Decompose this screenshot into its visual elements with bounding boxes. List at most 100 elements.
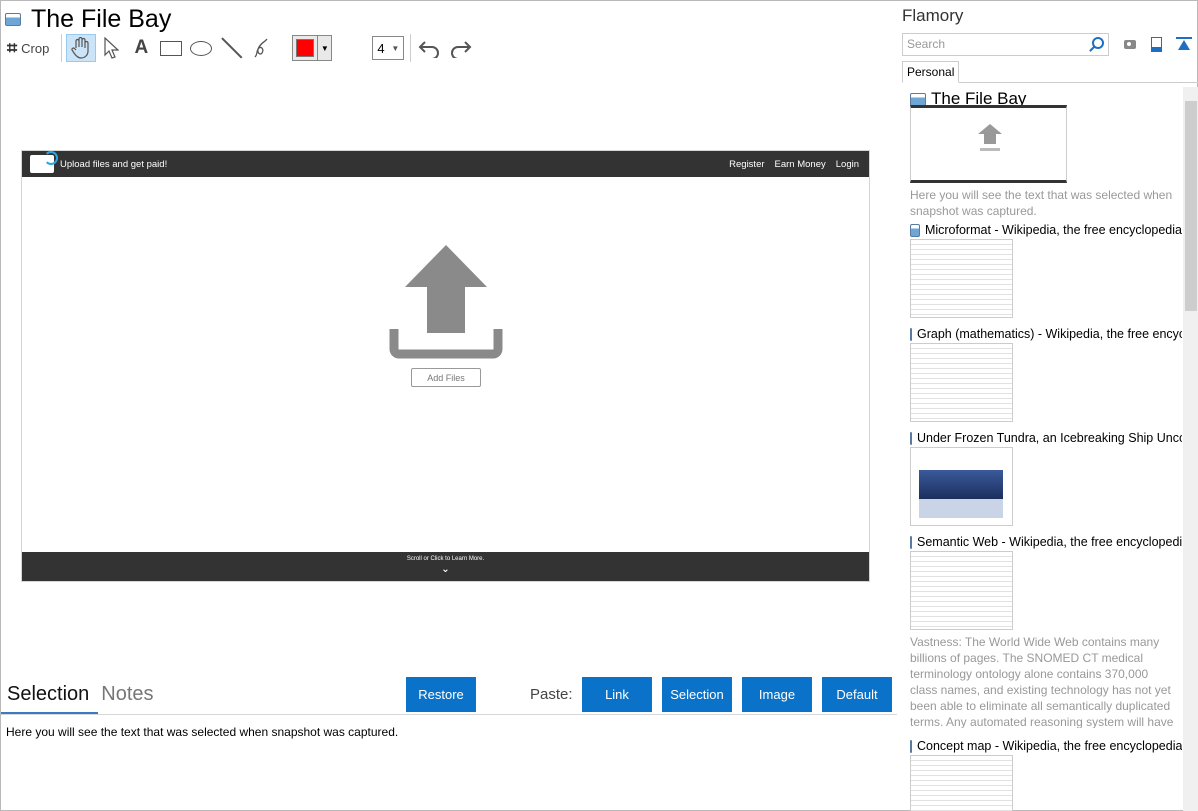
flamory-window: The File Bay ⌗ Crop A ▼ 4 ▼ Upload files… xyxy=(0,0,1198,811)
selection-text[interactable]: Here you will see the text that was sele… xyxy=(6,725,398,739)
freehand-tool-button[interactable] xyxy=(246,34,276,62)
list-item-header: Microformat - Wikipedia, the free encycl… xyxy=(910,223,1182,237)
undo-icon xyxy=(418,41,440,58)
rectangle-tool-button[interactable] xyxy=(156,34,186,62)
annotation-toolbar: ⌗ Crop A ▼ 4 ▼ xyxy=(5,33,475,63)
sidebar-tabbar: Personal xyxy=(902,61,1198,83)
add-files-button: Add Files xyxy=(411,368,481,387)
page-icon xyxy=(910,535,912,549)
crop-label: Crop xyxy=(21,40,50,56)
list-item-thumbnail xyxy=(910,105,1067,183)
snapshot-footer-text: Scroll or Click to Learn More. xyxy=(406,556,485,562)
list-item-thumbnail xyxy=(910,239,1013,318)
divider xyxy=(1,714,897,715)
page-icon xyxy=(5,12,21,26)
line-tool-button[interactable] xyxy=(216,34,246,62)
list-item[interactable]: Semantic Web - Wikipedia, the free encyc… xyxy=(910,535,1182,728)
list-item-header: Under Frozen Tundra, an Icebreaking Ship… xyxy=(910,431,1182,445)
upload-arrow-icon xyxy=(978,124,1002,151)
list-item-thumbnail xyxy=(910,755,1013,811)
snapshot-nav-earn-money: Earn Money xyxy=(774,158,826,170)
list-item[interactable]: Microformat - Wikipedia, the free encycl… xyxy=(910,223,1182,318)
line-style-icon[interactable] xyxy=(346,34,368,62)
ship-photo xyxy=(919,470,1003,518)
snapshot-pane: The File Bay ⌗ Crop A ▼ 4 ▼ Upload files… xyxy=(1,1,897,811)
paste-default-button[interactable]: Default xyxy=(822,677,892,712)
color-swatch xyxy=(296,39,315,57)
stroke-width-select[interactable]: 4 ▼ xyxy=(372,36,405,60)
list-item-title: Graph (mathematics) - Wikipedia, the fre… xyxy=(917,327,1182,341)
undo-button[interactable] xyxy=(415,34,445,62)
page-icon xyxy=(910,223,920,237)
search-placeholder: Search xyxy=(907,37,946,51)
list-item[interactable]: Concept map - Wikipedia, the free encycl… xyxy=(910,739,1182,811)
redo-button[interactable] xyxy=(445,34,475,62)
list-item-header: Concept map - Wikipedia, the free encycl… xyxy=(910,739,1182,753)
list-item-thumbnail xyxy=(910,343,1013,422)
snapshot-footer: Scroll or Click to Learn More. ⌄ xyxy=(22,552,869,581)
list-item-title: Semantic Web - Wikipedia, the free encyc… xyxy=(917,535,1182,549)
app-name: Flamory xyxy=(902,6,964,25)
list-item-title: Microformat - Wikipedia, the free encycl… xyxy=(924,223,1182,237)
list-item-title: Concept map - Wikipedia, the free encycl… xyxy=(917,739,1182,753)
select-tool-button[interactable] xyxy=(96,34,126,62)
upload-tray-icon xyxy=(389,329,503,359)
chevron-down-icon: ▼ xyxy=(391,43,400,53)
camera-button[interactable] xyxy=(1121,35,1139,53)
paste-selection-button[interactable]: Selection xyxy=(662,677,732,712)
page-title: The File Bay xyxy=(31,4,172,33)
redo-icon xyxy=(451,41,472,58)
list-item-header: Graph (mathematics) - Wikipedia, the fre… xyxy=(910,327,1182,341)
list-item-thumbnail xyxy=(910,447,1013,526)
bottom-tabs: Selection Notes xyxy=(7,683,154,712)
snapshot-nav-register: Register xyxy=(729,158,765,170)
list-item[interactable]: The File Bay Here you will see the text … xyxy=(910,89,1182,219)
tab-personal[interactable]: Personal xyxy=(902,61,960,83)
crop-button[interactable]: ⌗ Crop xyxy=(5,34,57,62)
search-input[interactable]: Search xyxy=(902,33,1109,56)
paste-link-button[interactable]: Link xyxy=(582,677,652,712)
paste-image-button[interactable]: Image xyxy=(742,677,812,712)
sidebar: Flamory Search Personal The File Bay Her… xyxy=(897,1,1198,811)
scroll-top-button[interactable] xyxy=(1175,35,1193,53)
snapshot-list: The File Bay Here you will see the text … xyxy=(897,87,1183,811)
paste-label: Paste: xyxy=(530,686,573,703)
page-icon xyxy=(910,92,926,106)
line-icon xyxy=(220,37,242,59)
scrollbar-thumb[interactable] xyxy=(1185,101,1197,311)
list-item-title: Under Frozen Tundra, an Icebreaking Ship… xyxy=(917,431,1182,445)
rectangle-icon xyxy=(160,40,183,56)
sidebar-scrollbar[interactable] xyxy=(1183,87,1198,811)
stroke-color-picker[interactable]: ▼ xyxy=(292,35,333,61)
text-tool-icon: A xyxy=(134,37,149,58)
snapshot-body: Add Files xyxy=(22,177,869,553)
hand-icon xyxy=(71,37,89,59)
stroke-width-value: 4 xyxy=(377,40,385,56)
search-icon[interactable] xyxy=(1092,37,1104,49)
crop-icon: ⌗ xyxy=(7,37,18,58)
folder-logo-icon xyxy=(30,151,58,173)
snapshot-image[interactable]: Upload files and get paid! Register Earn… xyxy=(21,150,870,582)
restore-button[interactable]: Restore xyxy=(406,677,476,712)
list-item[interactable]: Under Frozen Tundra, an Icebreaking Ship… xyxy=(910,431,1182,526)
hand-tool-button[interactable] xyxy=(66,34,97,62)
arrow-to-top-icon xyxy=(1176,37,1192,51)
freehand-icon xyxy=(254,38,268,58)
title-row: The File Bay xyxy=(5,5,171,33)
page-icon xyxy=(910,431,912,445)
list-item-description: Here you will see the text that was sele… xyxy=(910,188,1173,218)
pointer-icon xyxy=(104,37,120,59)
ellipse-icon xyxy=(190,40,213,56)
toolbar-separator xyxy=(410,34,412,62)
document-button[interactable] xyxy=(1147,35,1165,53)
list-item[interactable]: Graph (mathematics) - Wikipedia, the fre… xyxy=(910,327,1182,422)
snapshot-nav: Register Earn Money Login xyxy=(729,159,859,170)
toolbar-separator xyxy=(61,34,63,62)
page-icon xyxy=(910,739,912,753)
ellipse-tool-button[interactable] xyxy=(186,34,216,62)
snapshot-tagline: Upload files and get paid! xyxy=(60,158,168,170)
tab-selection[interactable]: Selection xyxy=(7,683,89,712)
text-tool-button[interactable]: A xyxy=(126,34,156,62)
list-item-header: Semantic Web - Wikipedia, the free encyc… xyxy=(910,535,1182,549)
tab-notes[interactable]: Notes xyxy=(101,683,153,712)
